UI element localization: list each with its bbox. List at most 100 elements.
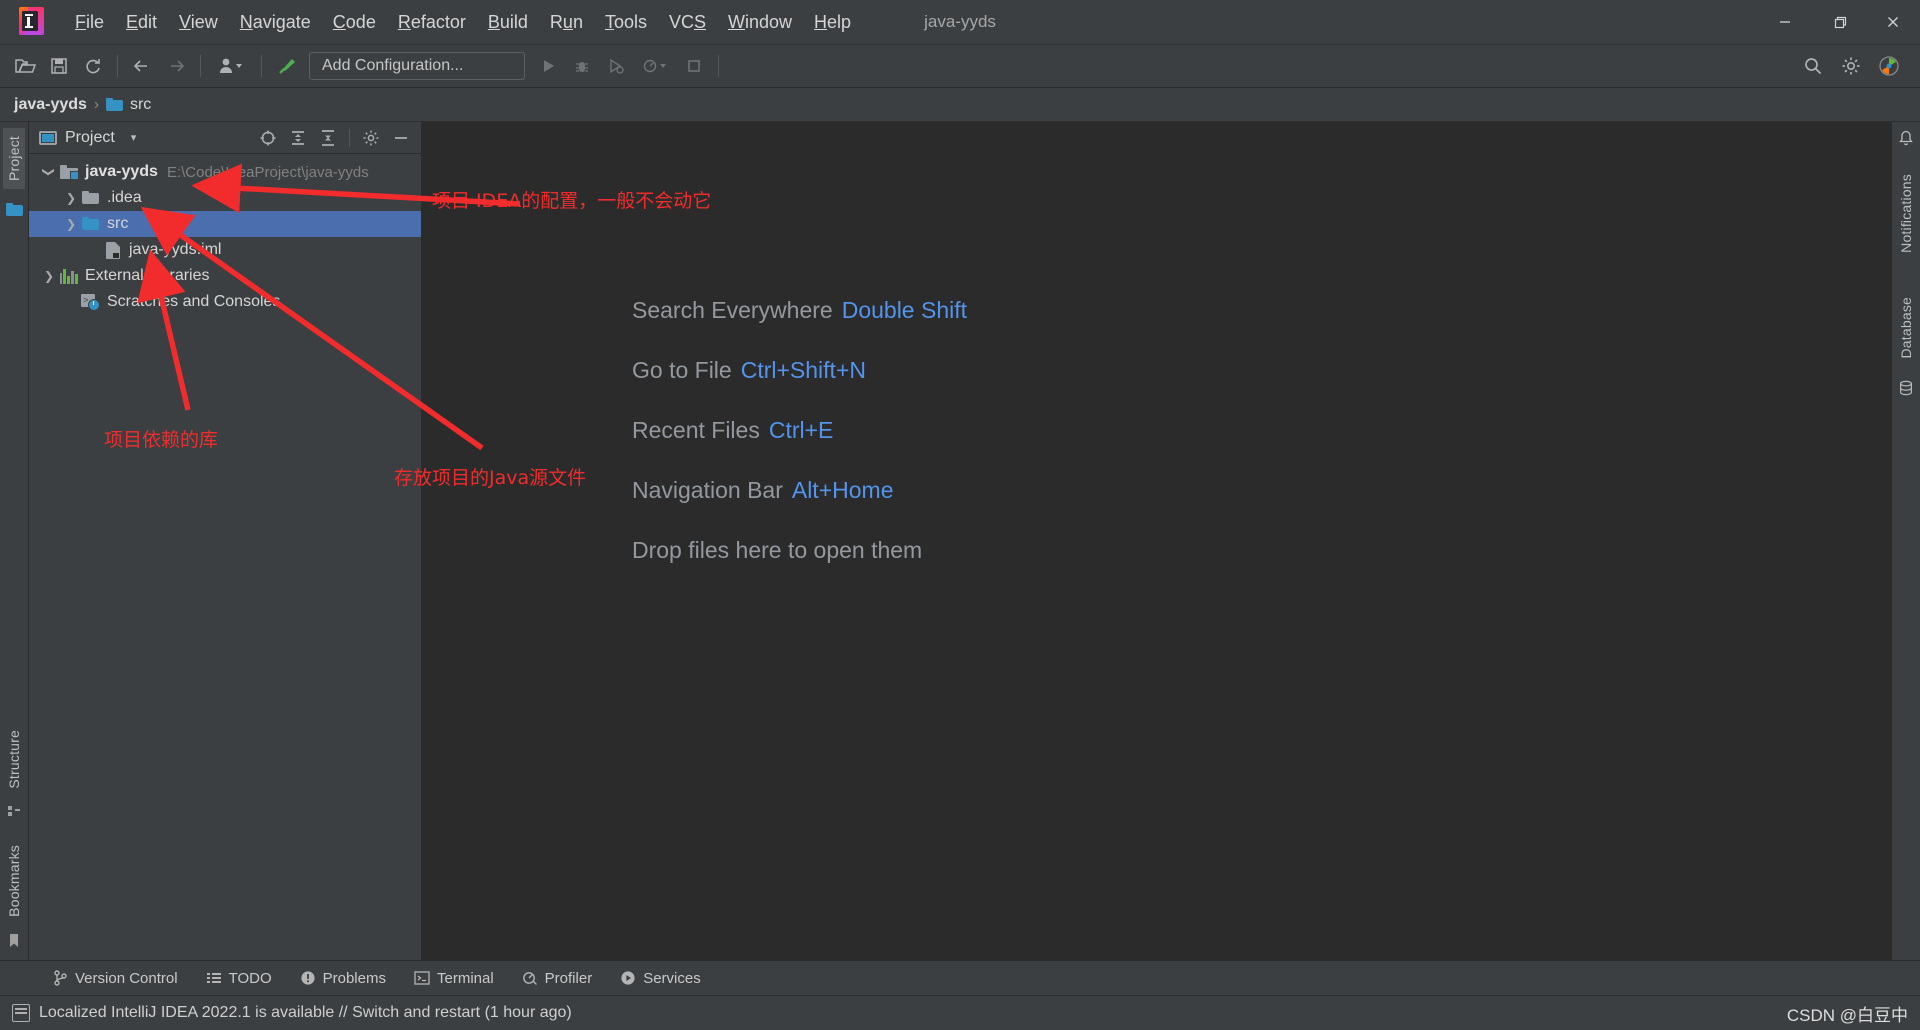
tree-node-path: E:\Code\IdeaProject\java-yyds: [167, 164, 369, 181]
menu-item-edit[interactable]: Edit: [115, 8, 168, 37]
tree-node-scratches-and-consoles[interactable]: >Scratches and Consoles: [29, 289, 421, 315]
editor-empty-area[interactable]: Search EverywhereDouble ShiftGo to FileC…: [422, 122, 1891, 960]
save-icon[interactable]: [42, 51, 76, 81]
actions-divider: [349, 129, 350, 147]
close-button[interactable]: [1866, 0, 1920, 44]
breadcrumb-folder[interactable]: src: [130, 96, 151, 114]
tree-node-java-yyds-iml[interactable]: java-yyds.iml: [29, 237, 421, 263]
bottom-tab-todo[interactable]: TODO: [192, 966, 286, 991]
terminal-icon: [414, 970, 430, 986]
menu-item-vcs[interactable]: VCS: [658, 8, 717, 37]
expand-all-icon[interactable]: [284, 125, 312, 151]
main-menu: FileEditViewNavigateCodeRefactorBuildRun…: [64, 8, 862, 37]
collapse-all-icon[interactable]: [314, 125, 342, 151]
gear-icon[interactable]: [1834, 51, 1868, 81]
notifications-bell-icon[interactable]: [1898, 130, 1914, 152]
sidebar-item-notifications[interactable]: Notifications: [1895, 166, 1917, 261]
project-files-icon[interactable]: [6, 203, 23, 216]
stop-icon[interactable]: [677, 51, 711, 81]
hint-drop-files: Drop files here to open them: [632, 537, 967, 564]
minimize-button[interactable]: [1758, 0, 1812, 44]
tree-node-external-libraries[interactable]: External Libraries: [29, 263, 421, 289]
chevron-right-icon[interactable]: [39, 269, 59, 283]
notification-icon[interactable]: [12, 1004, 30, 1022]
bottom-tab-version-control[interactable]: Version Control: [38, 966, 192, 991]
ide-account-icon[interactable]: [1872, 51, 1906, 81]
toolbar-separator: [261, 55, 262, 77]
settings-gear-icon[interactable]: [357, 125, 385, 151]
external-libraries-icon: [59, 269, 78, 284]
services-play-icon: [620, 970, 636, 986]
hammer-icon[interactable]: [269, 51, 303, 81]
tree-node-java-yyds[interactable]: java-yydsE:\Code\IdeaProject\java-yyds: [29, 159, 421, 185]
sidebar-item-structure[interactable]: Structure: [3, 722, 25, 797]
window-controls: [1758, 0, 1920, 44]
hint-recent-files: Recent Files Ctrl+E: [632, 417, 967, 444]
bottom-tab-terminal[interactable]: Terminal: [400, 966, 508, 991]
menu-item-run[interactable]: Run: [539, 8, 594, 37]
tree-node-src[interactable]: src: [29, 211, 421, 237]
hint-shortcut: Double Shift: [842, 297, 967, 323]
arrow-right-icon[interactable]: [159, 51, 193, 81]
search-icon[interactable]: [1796, 51, 1830, 81]
run-configuration-selector[interactable]: Add Configuration...: [309, 52, 525, 80]
sidebar-item-database[interactable]: Database: [1895, 289, 1917, 367]
tree-node--idea[interactable]: .idea: [29, 185, 421, 211]
chevron-right-icon[interactable]: [61, 217, 81, 231]
database-icon[interactable]: [1898, 380, 1914, 401]
open-folder-icon[interactable]: [8, 51, 42, 81]
maximize-button[interactable]: [1812, 0, 1866, 44]
status-message[interactable]: Localized IntelliJ IDEA 2022.1 is availa…: [39, 1004, 572, 1022]
hint-shortcut: Ctrl+E: [769, 417, 834, 443]
menu-item-code[interactable]: Code: [322, 8, 387, 37]
hint-go-to-file: Go to FileCtrl+Shift+N: [632, 357, 967, 384]
tree-node-label: java-yyds.iml: [129, 241, 221, 259]
bottom-tab-services[interactable]: Services: [606, 966, 715, 991]
chevron-right-icon[interactable]: [61, 191, 81, 205]
sidebar-label-structure: Structure: [6, 730, 22, 789]
hint-shortcut: Alt+Home: [792, 477, 894, 503]
hint-action: Recent Files: [632, 417, 760, 443]
project-panel-actions: [254, 125, 415, 151]
chevron-down-icon[interactable]: [39, 165, 59, 179]
navigation-breadcrumb: java-yyds › src: [0, 88, 1920, 122]
breadcrumb-project[interactable]: java-yyds: [14, 96, 87, 114]
toolbar-right-group: [1796, 51, 1920, 81]
main-toolbar: Add Configuration...: [0, 45, 1920, 88]
project-tree[interactable]: java-yydsE:\Code\IdeaProject\java-yyds.i…: [29, 154, 421, 960]
sidebar-item-bookmarks[interactable]: Bookmarks: [3, 837, 25, 925]
debug-icon[interactable]: [565, 51, 599, 81]
hide-panel-icon[interactable]: [387, 125, 415, 151]
coverage-icon[interactable]: [599, 51, 633, 81]
project-panel-header: Project ▾: [29, 122, 421, 154]
structure-icon: [7, 804, 21, 823]
profile-icon[interactable]: [633, 51, 677, 81]
menu-item-refactor[interactable]: Refactor: [387, 8, 477, 37]
warning-circle-icon: [300, 970, 316, 986]
menu-item-navigate[interactable]: Navigate: [229, 8, 322, 37]
arrow-left-icon[interactable]: [125, 51, 159, 81]
chevron-down-icon[interactable]: ▾: [131, 131, 137, 144]
profiler-icon: [522, 970, 538, 986]
folder-grey-icon: [81, 191, 100, 205]
tree-node-label: src: [107, 215, 128, 233]
menu-item-window[interactable]: Window: [717, 8, 803, 37]
menu-item-file[interactable]: File: [64, 8, 115, 37]
user-dropdown-icon[interactable]: [208, 51, 254, 81]
select-opened-file-icon[interactable]: [254, 125, 282, 151]
tree-node-label: Scratches and Consoles: [107, 293, 280, 311]
hint-shortcut: Ctrl+Shift+N: [741, 357, 866, 383]
left-tool-window-bar: Project Structure Bookmarks: [0, 122, 29, 960]
sidebar-label-project: Project: [6, 136, 22, 181]
menu-item-view[interactable]: View: [168, 8, 229, 37]
bottom-tab-profiler[interactable]: Profiler: [508, 966, 607, 991]
left-strip-top: Project: [3, 128, 25, 216]
refresh-icon[interactable]: [76, 51, 110, 81]
run-icon[interactable]: [531, 51, 565, 81]
menu-item-build[interactable]: Build: [477, 8, 539, 37]
bottom-tab-problems[interactable]: Problems: [286, 966, 400, 991]
module-folder-icon: [59, 165, 78, 179]
menu-item-tools[interactable]: Tools: [594, 8, 658, 37]
menu-item-help[interactable]: Help: [803, 8, 862, 37]
sidebar-item-project[interactable]: Project: [3, 128, 25, 189]
